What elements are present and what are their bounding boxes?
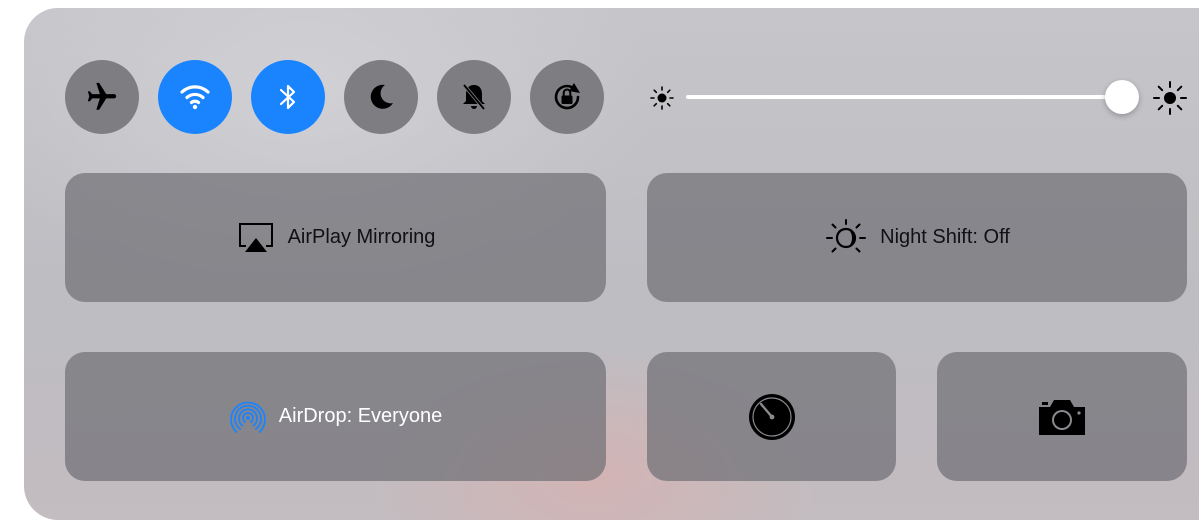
bluetooth-icon bbox=[279, 84, 296, 110]
moon-icon bbox=[370, 84, 393, 109]
airplay-icon bbox=[238, 222, 273, 252]
airplay-label: AirPlay Mirroring bbox=[287, 226, 436, 248]
camera-icon bbox=[1039, 399, 1085, 435]
timer-icon bbox=[748, 393, 795, 440]
sun-small-icon bbox=[650, 86, 674, 110]
airdrop-button[interactable]: AirDrop: Everyone bbox=[65, 352, 606, 481]
airdrop-label: AirDrop: Everyone bbox=[278, 405, 443, 427]
airdrop-icon bbox=[229, 401, 266, 433]
brightness-thumb[interactable] bbox=[1104, 80, 1139, 114]
rotation-lock-icon bbox=[554, 83, 580, 110]
bluetooth-toggle[interactable] bbox=[251, 60, 325, 134]
wifi-toggle[interactable] bbox=[158, 60, 232, 134]
do-not-disturb-toggle[interactable] bbox=[344, 60, 418, 134]
sun-large-icon bbox=[1153, 81, 1187, 115]
brightness-slider[interactable] bbox=[644, 68, 1189, 128]
night-shift-icon bbox=[826, 218, 867, 252]
bell-slash-icon bbox=[462, 83, 486, 111]
airplay-mirroring-button[interactable]: AirPlay Mirroring bbox=[65, 173, 606, 302]
airplane-mode-toggle[interactable] bbox=[65, 60, 139, 134]
timer-button[interactable] bbox=[647, 352, 896, 481]
rotation-lock-toggle[interactable] bbox=[530, 60, 604, 134]
night-shift-button[interactable]: Night Shift: Off bbox=[647, 173, 1187, 302]
airplane-icon bbox=[87, 82, 117, 110]
brightness-track[interactable] bbox=[686, 95, 1126, 99]
night-shift-label: Night Shift: Off bbox=[880, 226, 1010, 248]
camera-button[interactable] bbox=[937, 352, 1187, 481]
wifi-icon bbox=[180, 85, 210, 110]
silent-toggle[interactable] bbox=[437, 60, 511, 134]
control-center-panel: AirPlay Mirroring Night Shift: Off AirDr… bbox=[24, 8, 1199, 520]
